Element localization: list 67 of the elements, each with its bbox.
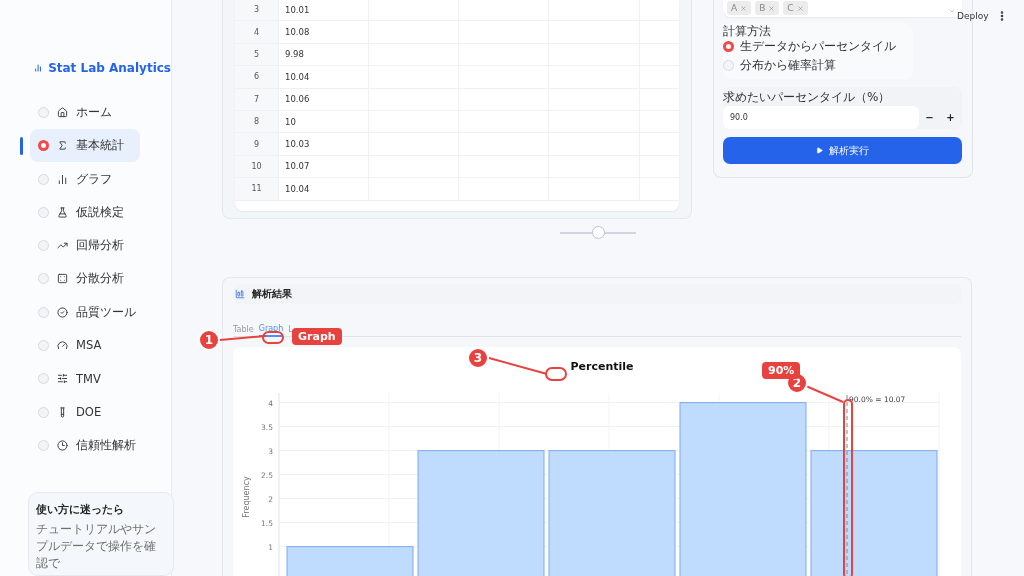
table-cell[interactable]: 10.04	[279, 178, 369, 200]
row-index: 3	[235, 0, 279, 21]
nav-icon	[57, 107, 68, 119]
nav-item[interactable]: グラフ	[30, 162, 140, 196]
highlight-ring	[545, 367, 567, 381]
help-text: チュートリアルやサンプルデータで操作を確認で	[36, 520, 157, 572]
close-icon[interactable]	[768, 4, 776, 12]
nav-item[interactable]: 基本統計	[30, 129, 140, 163]
chevron-down-icon	[948, 7, 956, 15]
table-cell[interactable]: 9.98	[279, 43, 369, 66]
row-index: 9	[235, 133, 279, 155]
radio-button[interactable]	[38, 140, 49, 152]
brand-name: Stat Lab Analytics	[48, 61, 171, 75]
row-index: 6	[235, 66, 279, 88]
table-cell[interactable]: 10.07	[279, 155, 369, 178]
decrement-button[interactable]: −	[919, 106, 940, 129]
nav-icon	[57, 273, 68, 285]
field-label: 計算方法	[723, 23, 772, 37]
play-icon	[816, 147, 823, 154]
nav-icon	[57, 340, 68, 351]
number-input[interactable]: 90.0	[723, 106, 919, 129]
table-cell[interactable]: 10.06	[279, 88, 369, 110]
close-icon[interactable]	[740, 4, 748, 12]
section-title: 解析結果	[252, 286, 292, 301]
row-index: 8	[235, 110, 279, 133]
row-index: 4	[235, 21, 279, 43]
close-icon[interactable]	[796, 4, 804, 12]
chart-icon	[235, 288, 245, 299]
table-cell[interactable]: 10.04	[279, 66, 369, 88]
row-index: 5	[235, 43, 279, 66]
radio-option[interactable]: 分布から確率計算	[723, 56, 913, 75]
row-index: 10	[235, 155, 279, 178]
field-label: 求めたいパーセンタイル（%）	[723, 89, 892, 103]
highlight-ring	[262, 331, 284, 344]
table-cell[interactable]: 10.08	[279, 21, 369, 43]
y-axis-label: Frequency	[242, 475, 251, 518]
nav-item[interactable]: 回帰分析	[30, 229, 140, 263]
table-cell[interactable]: 10.01	[279, 0, 369, 21]
nav-icon	[57, 306, 68, 318]
nav-item[interactable]: 仮説検定	[30, 195, 140, 229]
radio-option[interactable]: 生データからパーセンタイル	[723, 37, 913, 56]
nav-item[interactable]: 信頼性解析	[30, 428, 140, 462]
table-cell[interactable]: 10.03	[279, 133, 369, 155]
run-analysis-button[interactable]: 解析実行	[723, 137, 962, 164]
nav-icon	[57, 206, 68, 218]
nav-item[interactable]: 品質ツール	[30, 295, 140, 329]
radio-button[interactable]	[723, 41, 734, 52]
chart-title: Percentile	[570, 359, 634, 373]
nav-item[interactable]: ホーム	[30, 96, 140, 130]
nav-item[interactable]: MSA	[30, 329, 140, 362]
help-title: 使い方に迷ったら	[36, 502, 125, 517]
row-index: 11	[235, 178, 279, 200]
callout-label: 90%	[762, 362, 801, 379]
nav-item[interactable]: TMV	[30, 362, 140, 396]
nav-icon	[57, 173, 68, 185]
callout-label: Graph	[292, 328, 342, 345]
increment-button[interactable]: +	[940, 106, 961, 129]
row-index: 7	[235, 88, 279, 110]
nav-icon	[57, 373, 68, 385]
nav-icon	[57, 140, 68, 152]
nav-item[interactable]: DOE	[30, 395, 140, 429]
nav-item[interactable]: 分散分析	[30, 262, 140, 296]
nav-icon	[57, 406, 68, 418]
table-cell[interactable]: 10	[279, 110, 369, 133]
slider-thumb[interactable]	[592, 225, 605, 239]
nav-icon	[57, 439, 68, 451]
callout-number: 1	[198, 329, 220, 351]
